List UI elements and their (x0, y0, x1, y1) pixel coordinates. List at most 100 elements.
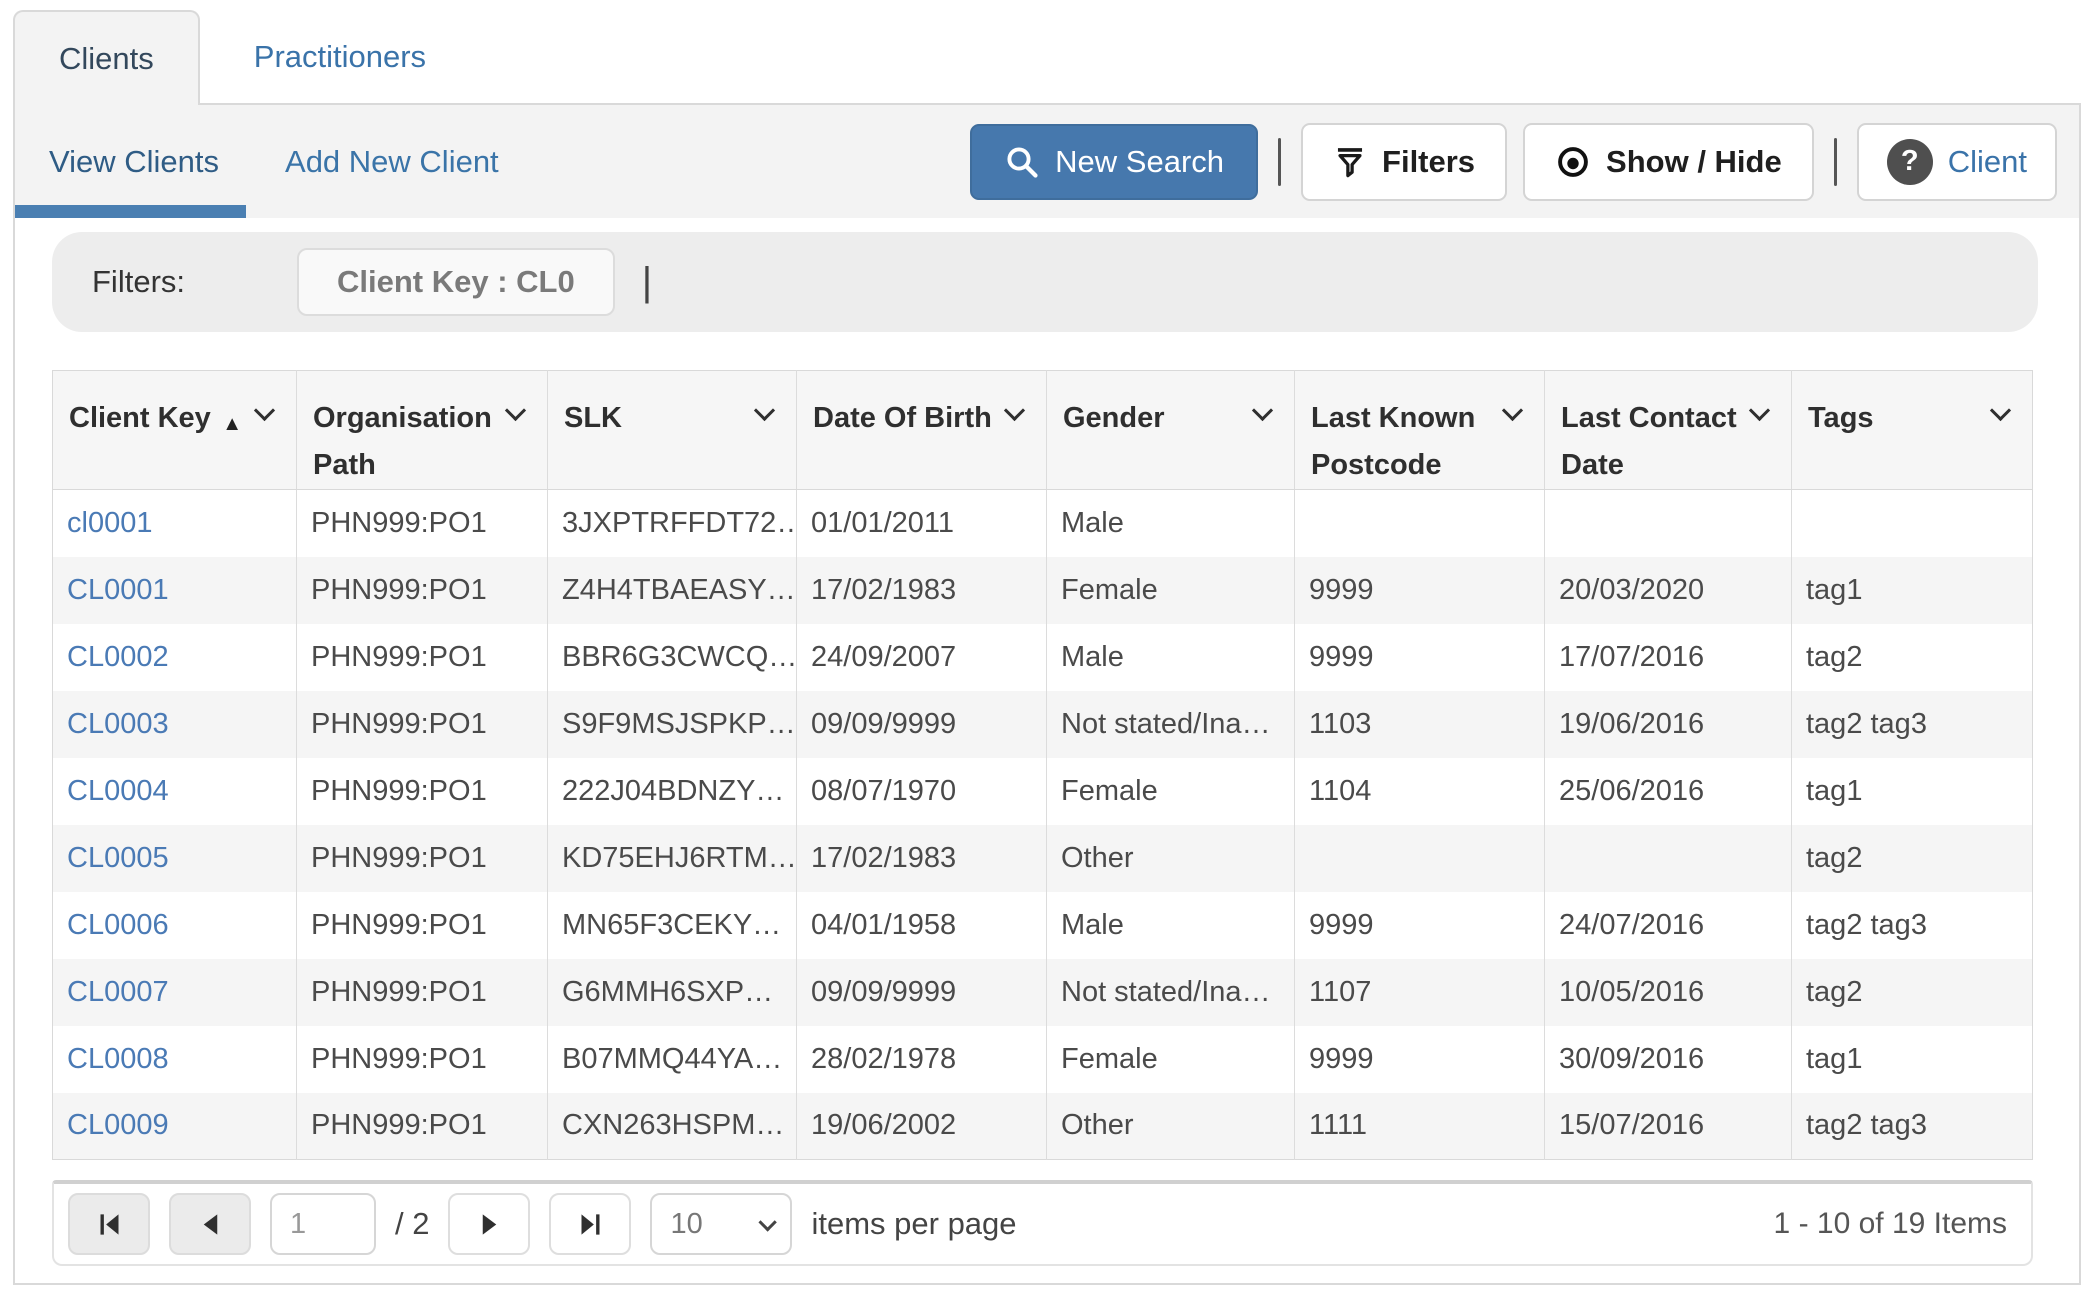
previous-page-button[interactable] (169, 1193, 251, 1255)
client-key-link[interactable]: CL0002 (67, 641, 169, 673)
cell-last-contact-date: 24/07/2016 (1544, 891, 1792, 959)
cell-last-known-postcode: 9999 (1294, 1025, 1545, 1093)
toolbar: View Clients Add New Client New Search F… (15, 105, 2079, 218)
tab-practitioners[interactable]: Practitioners (206, 10, 474, 103)
column-header-last-contact-date[interactable]: Last Contact Date (1544, 370, 1792, 490)
cell-last-known-postcode: 1104 (1294, 757, 1545, 825)
client-key-link[interactable]: CL0003 (67, 708, 169, 740)
cell-slk: G6MMH6SXP… (547, 958, 797, 1026)
column-header-last-known-postcode[interactable]: Last Known Postcode (1294, 370, 1545, 490)
cell-gender: Not stated/Ina… (1046, 690, 1295, 758)
cell-organisation-path: PHN999:PO1 (296, 958, 548, 1026)
client-key-link[interactable]: CL0006 (67, 909, 169, 941)
filters-button[interactable]: Filters (1301, 122, 1508, 201)
column-header-gender[interactable]: Gender (1046, 370, 1295, 490)
column-label: Last Contact Date (1561, 402, 1737, 481)
client-key-link[interactable]: CL0007 (67, 976, 169, 1008)
sort-asc-icon: ▲ (222, 413, 242, 435)
cell-slk: 3JXPTRFFDT72… (547, 489, 797, 557)
search-icon (1007, 146, 1038, 178)
cell-client-key: CL0001 (52, 556, 297, 624)
clients-panel: View Clients Add New Client New Search F… (13, 103, 2081, 1285)
cell-last-known-postcode: 9999 (1294, 623, 1545, 691)
column-label: Client Key (69, 402, 211, 434)
cell-date-of-birth: 17/02/1983 (796, 556, 1047, 624)
subnav-add-new-client[interactable]: Add New Client (285, 144, 499, 180)
client-help-button[interactable]: ? Client (1856, 122, 2057, 201)
column-header-slk[interactable]: SLK (547, 370, 797, 490)
table-row: CL0002 PHN999:PO1 BBR6G3CWCQ… 24/09/2007 Mal… (53, 623, 2033, 691)
column-label: Tags (1808, 402, 1874, 434)
column-header-client-key[interactable]: Client Key ▲ (52, 370, 297, 490)
cell-tags (1791, 489, 2033, 557)
table-header-row: Client Key ▲ Organisation Path SLK Date Of B… (52, 370, 2033, 490)
cell-slk: BBR6G3CWCQ… (547, 623, 797, 691)
table-row: CL0001 PHN999:PO1 Z4H4TBAEASY… 17/02/1983 Fe… (52, 556, 2033, 624)
filter-bar: Filters: Client Key : CL0 | (52, 232, 2038, 332)
last-page-icon (581, 1213, 600, 1235)
eye-icon (1558, 146, 1588, 177)
cell-gender: Male (1046, 891, 1295, 959)
cell-tags: tag1 (1791, 1025, 2033, 1093)
first-page-button[interactable] (68, 1193, 150, 1255)
cell-tags: tag2 tag3 (1791, 690, 2033, 758)
cell-last-known-postcode (1294, 824, 1545, 892)
subnav-view-clients[interactable]: View Clients (49, 144, 219, 180)
cell-gender: Female (1046, 556, 1295, 624)
cell-date-of-birth: 09/09/9999 (796, 958, 1047, 1026)
cell-slk: KD75EHJ6RTM… (547, 824, 797, 892)
client-key-link[interactable]: cl0001 (67, 507, 152, 539)
filter-chip-client-key[interactable]: Client Key : CL0 (297, 248, 615, 316)
cell-date-of-birth: 24/09/2007 (796, 623, 1047, 691)
cell-last-contact-date: 30/09/2016 (1544, 1025, 1792, 1093)
cell-slk: MN65F3CEKY… (547, 891, 797, 959)
cell-date-of-birth: 19/06/2002 (796, 1092, 1047, 1160)
page-size-select[interactable]: 10 (650, 1193, 793, 1255)
cell-client-key: CL0005 (52, 824, 297, 892)
toolbar-separator (1833, 137, 1837, 186)
column-header-tags[interactable]: Tags (1791, 370, 2033, 490)
column-header-organisation-path[interactable]: Organisation Path (296, 370, 548, 490)
client-key-link[interactable]: CL0008 (67, 1043, 169, 1075)
cell-client-key: CL0009 (52, 1092, 297, 1160)
chevron-down-icon[interactable] (1748, 399, 1771, 422)
chevron-down-icon[interactable] (1003, 399, 1026, 422)
cell-organisation-path: PHN999:PO1 (296, 489, 548, 557)
cell-tags: tag2 (1791, 824, 2033, 892)
show-hide-button[interactable]: Show / Hide (1523, 122, 1814, 201)
tab-practitioners-label: Practitioners (253, 38, 427, 74)
cell-last-contact-date: 19/06/2016 (1544, 690, 1792, 758)
column-header-date-of-birth[interactable]: Date Of Birth (796, 370, 1047, 490)
cell-date-of-birth: 01/01/2011 (796, 489, 1047, 557)
next-page-button[interactable] (448, 1193, 531, 1255)
toolbar-separator (1278, 137, 1282, 186)
pager: / 2 10 items per page 1 - 10 of 19 Items (52, 1180, 2033, 1266)
new-search-label: New Search (1055, 143, 1225, 179)
chevron-down-icon[interactable] (1251, 399, 1274, 422)
new-search-button[interactable]: New Search (970, 123, 1259, 200)
tab-clients[interactable]: Clients (13, 10, 200, 105)
column-label: Last Known Postcode (1311, 402, 1476, 481)
client-key-link[interactable]: CL0004 (67, 775, 169, 807)
cell-last-known-postcode: 1107 (1294, 958, 1545, 1026)
cell-date-of-birth: 28/02/1978 (796, 1025, 1047, 1093)
client-help-label: Client (1947, 143, 2027, 179)
client-key-link[interactable]: CL0001 (67, 574, 169, 606)
chevron-down-icon[interactable] (1989, 399, 2012, 422)
table-row: CL0008 PHN999:PO1 B07MMQ44YA… 28/02/1978 Fem… (53, 1025, 2033, 1093)
next-page-icon (482, 1213, 497, 1235)
client-key-link[interactable]: CL0005 (67, 842, 169, 874)
table-row: CL0007 PHN999:PO1 G6MMH6SXP… 09/09/9999 Not … (52, 958, 2033, 1026)
column-label: Gender (1063, 402, 1165, 434)
cell-tags: tag1 (1791, 556, 2033, 624)
cell-client-key: CL0008 (53, 1026, 297, 1093)
client-key-link[interactable]: CL0009 (67, 1109, 169, 1141)
chevron-down-icon[interactable] (504, 399, 527, 422)
cell-gender: Other (1046, 1092, 1295, 1160)
last-page-button[interactable] (549, 1193, 632, 1255)
cell-gender: Female (1046, 1025, 1295, 1093)
page-number-input[interactable] (270, 1193, 376, 1255)
chevron-down-icon[interactable] (253, 399, 276, 422)
chevron-down-icon[interactable] (1501, 399, 1524, 422)
chevron-down-icon[interactable] (753, 399, 776, 422)
